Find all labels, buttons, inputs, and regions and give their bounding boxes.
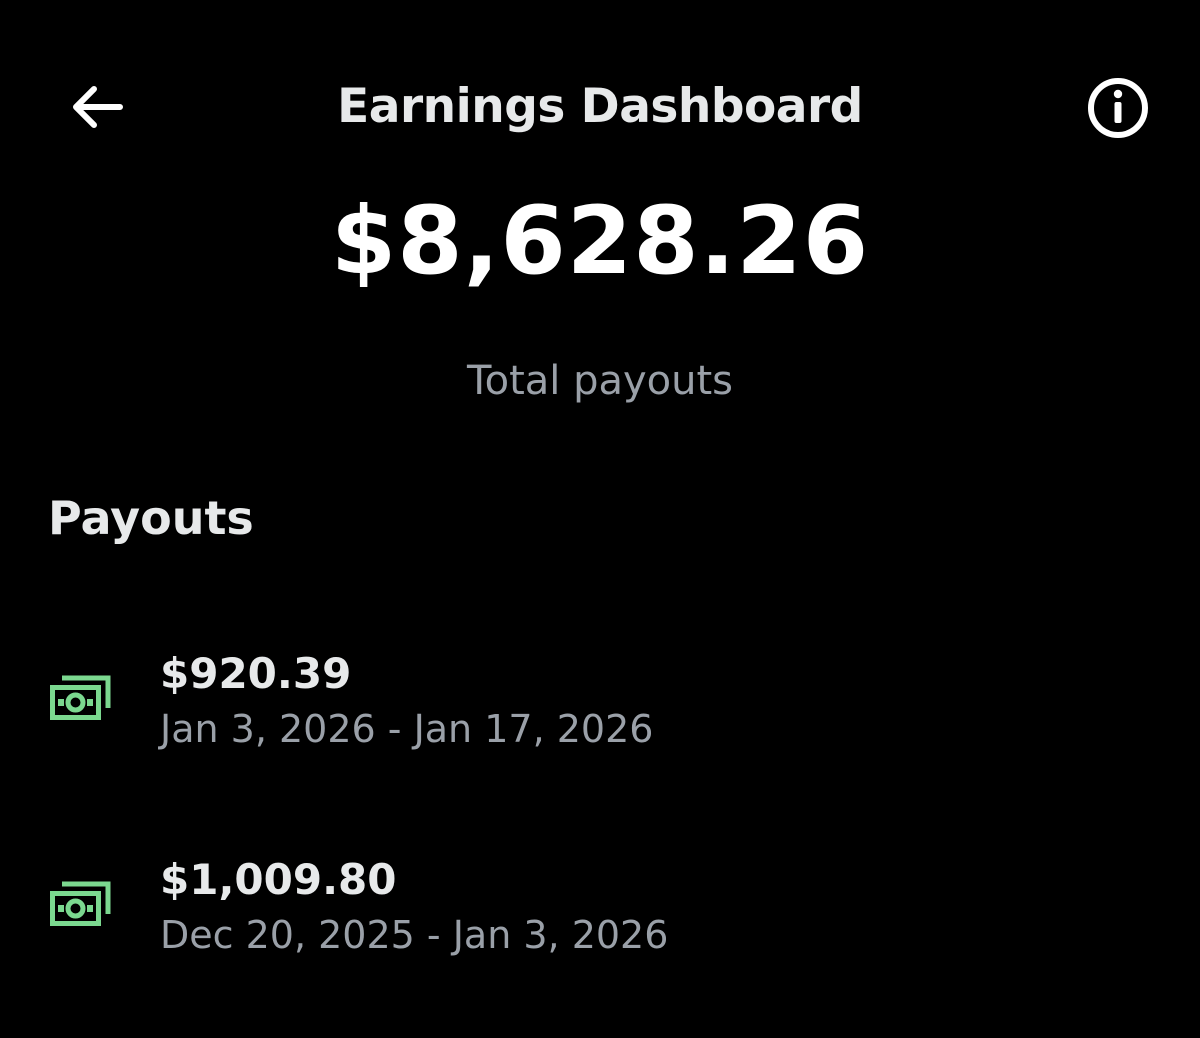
payout-amount: $1,009.80 xyxy=(160,855,397,904)
payout-row[interactable]: $1,009.80 Dec 20, 2025 - Jan 3, 2026 xyxy=(0,836,1200,976)
payout-row[interactable]: $920.39 Jan 3, 2026 - Jan 17, 2026 xyxy=(0,630,1200,770)
info-button[interactable] xyxy=(1078,68,1158,148)
payout-date-range: Jan 3, 2026 - Jan 17, 2026 xyxy=(160,707,654,751)
payout-amount: $920.39 xyxy=(160,649,352,698)
arrow-left-icon xyxy=(73,86,123,128)
total-payouts-label: Total payouts xyxy=(466,358,734,404)
total-payouts-amount: $8,628.26 xyxy=(330,187,870,296)
money-bills-icon xyxy=(50,675,111,720)
back-button[interactable] xyxy=(56,70,136,144)
payout-date-range: Dec 20, 2025 - Jan 3, 2026 xyxy=(160,913,669,957)
info-circle-icon xyxy=(1088,78,1148,138)
page-title: Earnings Dashboard xyxy=(337,79,863,134)
payouts-section-title: Payouts xyxy=(48,491,254,545)
money-bills-icon xyxy=(50,881,111,926)
